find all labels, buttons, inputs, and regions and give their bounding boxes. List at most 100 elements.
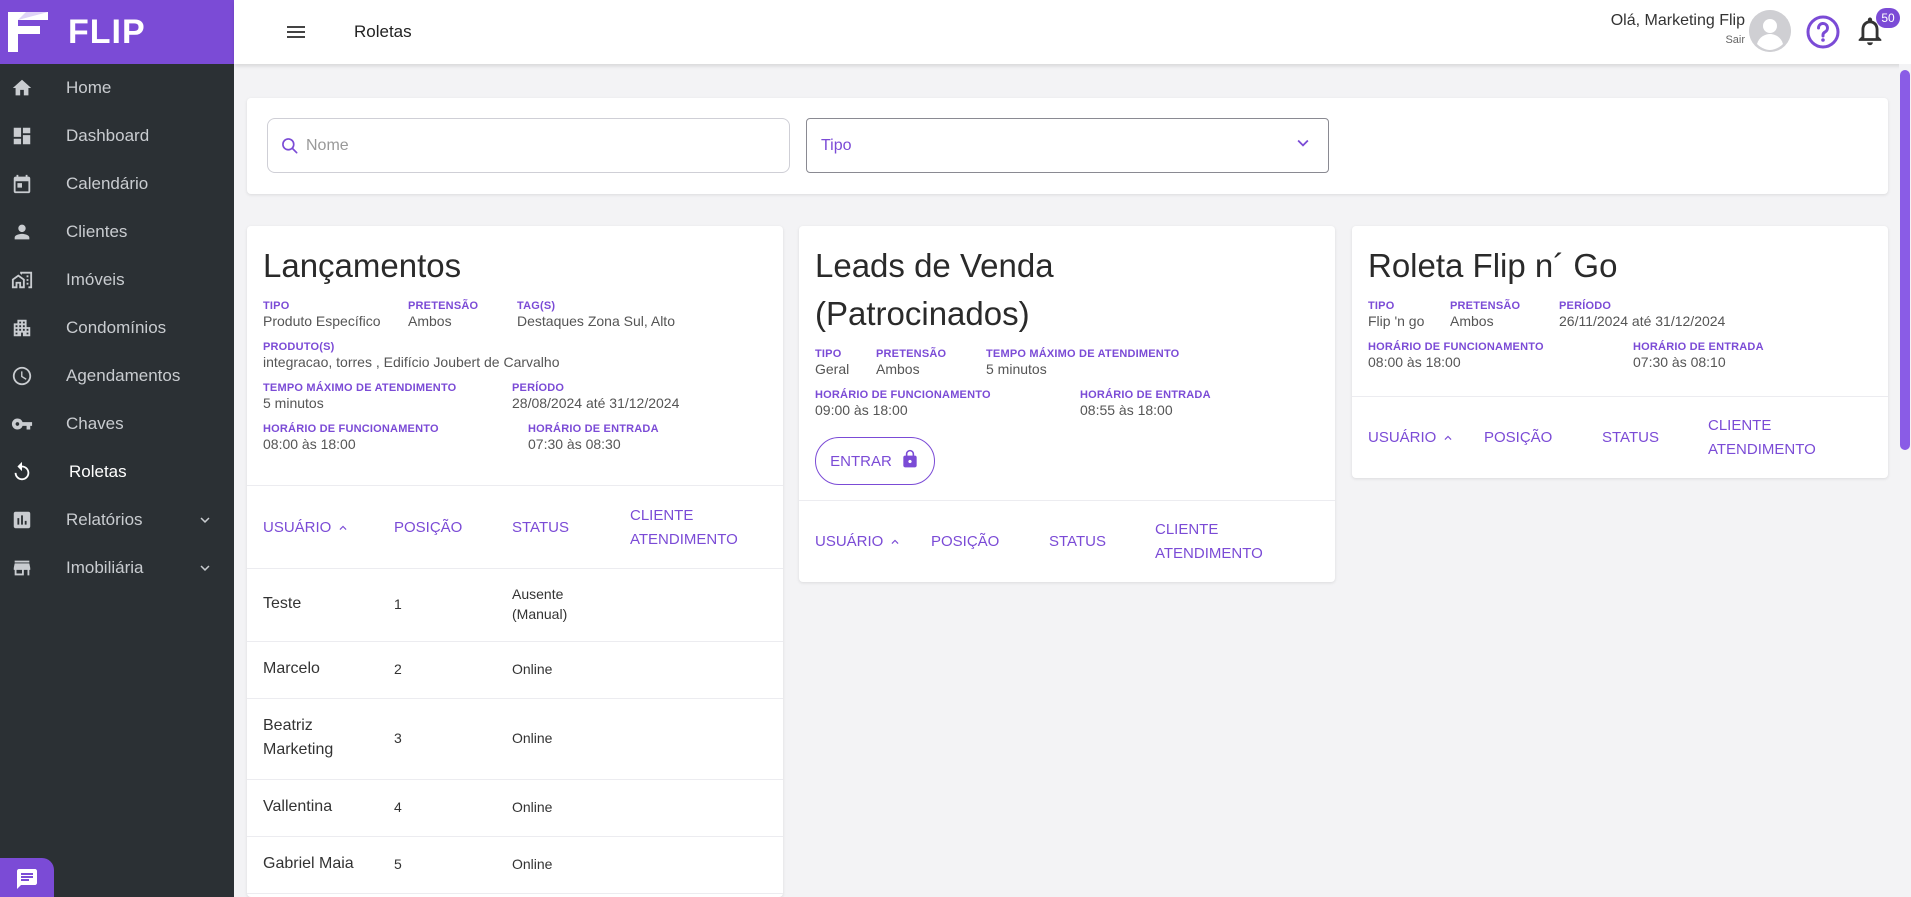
sidebar-item-agendamentos[interactable]: Agendamentos [0,352,234,400]
column-header-usuario[interactable]: USUÁRIO [263,516,350,540]
meta-horario-entrada: HORÁRIO DE ENTRADA 07:30 às 08:10 [1633,341,1764,370]
cell-posicao: 4 [394,799,402,815]
sidebar-item-label: Home [66,78,112,97]
divider [799,500,1335,501]
search-input[interactable] [306,136,766,155]
meta-value: 07:30 às 08:10 [1633,354,1726,370]
column-header-posicao[interactable]: POSIÇÃO [1484,426,1552,450]
meta-value: 08:00 às 18:00 [1368,354,1461,370]
meta-value: 08:55 às 18:00 [1080,402,1173,418]
meta-value: Destaques Zona Sul, Alto [517,313,675,329]
sidebar-item-label: Condomínios [66,318,167,337]
column-header-usuario[interactable]: USUÁRIO [1368,426,1455,450]
clock-icon [11,365,33,387]
scrollbar-thumb[interactable] [1900,70,1910,450]
apartment-icon [11,317,33,339]
chat-icon [15,859,39,896]
meta-label: HORÁRIO DE ENTRADA [528,423,659,435]
meta-periodo: PERÍODO 28/08/2024 até 31/12/2024 [512,382,679,411]
cell-status: Online [512,799,553,815]
column-header-cliente-atendimento[interactable]: CLIENTE ATENDIMENTO [1708,414,1828,462]
chevron-down-icon [1292,132,1314,159]
cell-usuario: Marcelo [263,660,320,677]
meta-horario-funcionamento: HORÁRIO DE FUNCIONAMENTO 08:00 às 18:00 [263,423,439,452]
key-icon [11,413,33,435]
type-select[interactable]: Tipo [806,118,1329,173]
sidebar-item-label: Chaves [66,414,124,433]
meta-tipo: TIPO Geral [815,348,849,377]
roulette-icon [11,461,33,483]
top-header: Roletas Olá, Marketing Flip Sair 50 [234,0,1911,64]
roulette-card-lancamentos: Lançamentos TIPO Produto Específico PRET… [247,226,783,897]
column-header-cliente-atendimento[interactable]: CLIENTE ATENDIMENTO [1155,518,1275,566]
cell-status: Online [512,856,553,872]
meta-value: 07:30 às 08:30 [528,436,621,452]
meta-label: HORÁRIO DE FUNCIONAMENTO [263,423,439,435]
search-field[interactable] [267,118,790,173]
meta-label: PRODUTO(S) [263,341,335,353]
avatar[interactable] [1749,10,1791,52]
divider [1352,396,1888,397]
sidebar-item-relatorios[interactable]: Relatórios [0,496,234,544]
meta-pretensao: PRETENSÃO Ambos [1450,300,1520,329]
sidebar-item-label: Imóveis [66,270,125,289]
meta-tags: TAG(S) Destaques Zona Sul, Alto [517,300,675,329]
meta-tempo-maximo: TEMPO MÁXIMO DE ATENDIMENTO 5 minutos [263,382,456,411]
column-header-status[interactable]: STATUS [1049,530,1106,554]
enter-button-label: ENTRAR [830,452,892,470]
cell-usuario: Vallentina [263,798,333,815]
column-header-posicao[interactable]: POSIÇÃO [394,516,462,540]
column-header-status[interactable]: STATUS [1602,426,1659,450]
column-header-label: USUÁRIO [1368,429,1437,446]
sidebar-item-imoveis[interactable]: Imóveis [0,256,234,304]
meta-value: Flip 'n go [1368,313,1425,329]
cell-usuario: Gabriel Maia [263,855,354,872]
card-title: Roleta Flip n´ Go [1368,247,1618,284]
enter-button[interactable]: ENTRAR [815,437,935,485]
page-title: Roletas [354,22,412,41]
meta-produtos: PRODUTO(S) integracao, torres , Edifício… [263,341,560,370]
sidebar-item-roletas[interactable]: Roletas [0,448,234,496]
divider [247,836,783,837]
cell-status: Online [512,661,553,677]
cell-posicao: 3 [394,730,402,746]
sort-arrow-up-icon [336,519,350,536]
column-header-usuario[interactable]: USUÁRIO [815,530,902,554]
store-icon [11,557,33,579]
sidebar-nav: Home Dashboard Calendário Clientes Imóve… [0,64,234,592]
meta-value: 09:00 às 18:00 [815,402,908,418]
meta-label: HORÁRIO DE FUNCIONAMENTO [815,389,991,401]
sidebar-item-calendario[interactable]: Calendário [0,160,234,208]
meta-pretensao: PRETENSÃO Ambos [876,348,946,377]
column-header-status[interactable]: STATUS [512,516,569,540]
meta-label: TIPO [1368,300,1395,312]
logout-link[interactable]: Sair [1611,34,1745,46]
sidebar-item-home[interactable]: Home [0,64,234,112]
column-header-cliente-atendimento[interactable]: CLIENTE ATENDIMENTO [630,504,750,552]
help-icon[interactable] [1805,14,1841,50]
meta-label: HORÁRIO DE ENTRADA [1080,389,1211,401]
sidebar-item-clientes[interactable]: Clientes [0,208,234,256]
sidebar-item-condominios[interactable]: Condomínios [0,304,234,352]
meta-label: TAG(S) [517,300,556,312]
sidebar-item-imobiliaria[interactable]: Imobiliária [0,544,234,592]
sidebar-item-label: Roletas [69,462,127,481]
menu-icon[interactable] [284,20,308,44]
meta-label: PERÍODO [512,382,565,394]
cell-posicao: 2 [394,661,402,677]
column-header-posicao[interactable]: POSIÇÃO [931,530,999,554]
chat-button[interactable] [0,858,54,897]
meta-pretensao: PRETENSÃO Ambos [408,300,478,329]
meta-value: 5 minutos [263,395,324,411]
sidebar-item-chaves[interactable]: Chaves [0,400,234,448]
chart-icon [11,509,33,531]
meta-label: PERÍODO [1559,300,1612,312]
cell-status: Online [512,730,553,746]
search-icon [280,136,300,156]
home-icon [11,77,33,99]
meta-value: 26/11/2024 até 31/12/2024 [1559,313,1726,329]
sidebar-item-dashboard[interactable]: Dashboard [0,112,234,160]
brand-logo[interactable]: FLIP [0,0,234,64]
roulette-card-flip-n-go: Roleta Flip n´ Go TIPO Flip 'n go PRETEN… [1352,226,1888,478]
sidebar-item-label: Imobiliária [66,558,144,577]
